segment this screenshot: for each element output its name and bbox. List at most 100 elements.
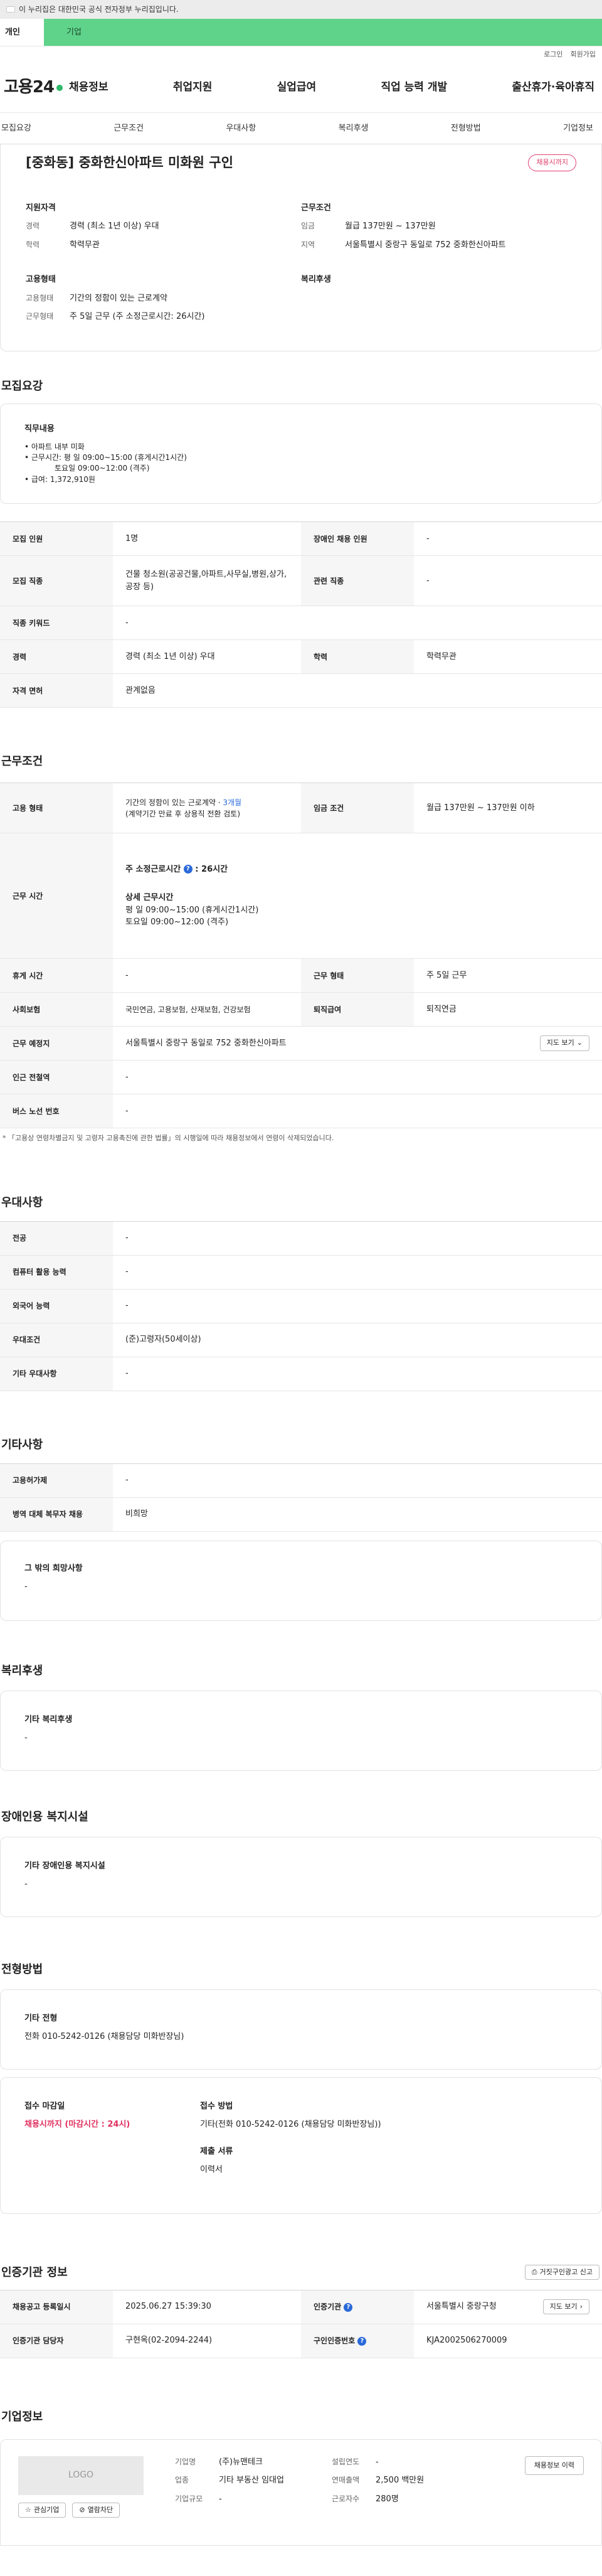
cell-value: 경력 (최소 1년 이상) 우대 bbox=[113, 639, 301, 674]
gnb-item-training[interactable]: 직업 능력 개발 bbox=[381, 80, 447, 96]
wage-label: 임금 bbox=[301, 222, 315, 230]
duty-line: 토요일 09:00~12:00 (격주) bbox=[55, 464, 150, 473]
company-section-title: 기업정보 bbox=[1, 2410, 43, 2424]
cell-label: 휴게 시간 bbox=[0, 958, 113, 993]
emp-term-months: 3개월 bbox=[223, 798, 242, 807]
chevron-right-icon: › bbox=[579, 2302, 583, 2311]
company-name-label: 기업명 bbox=[175, 2457, 196, 2466]
region-label: 지역 bbox=[301, 240, 315, 249]
gnb-item-support[interactable]: 취업지원 bbox=[173, 80, 213, 96]
cell-label: 모집 직종 bbox=[0, 555, 113, 606]
block-icon: ⊘ bbox=[79, 2505, 85, 2514]
cell-value: 월급 137만원 ~ 137만원 이하 bbox=[414, 783, 602, 833]
cell-value: - bbox=[113, 1221, 602, 1256]
detail-hours-title: 상세 근무시간 bbox=[125, 893, 174, 902]
map-view-button[interactable]: 지도 보기 ⌄ bbox=[539, 1035, 589, 1051]
age-note: * 「고용상 연령차별금지 및 고령자 고용촉진에 관한 법률」의 시행일에 따… bbox=[3, 1134, 334, 1142]
gnb-item-jobs[interactable]: 채용정보 bbox=[69, 80, 108, 96]
form-title: 고용형태 bbox=[26, 275, 56, 284]
tab-company[interactable]: 기업 bbox=[44, 19, 602, 46]
cell-value: 국민연금, 고용보험, 산재보험, 건강보험 bbox=[113, 992, 301, 1027]
help-icon[interactable]: ? bbox=[344, 2302, 353, 2312]
cell-label: 인증기관 담당자 bbox=[0, 2324, 113, 2358]
weekly-hours-value: 26시간 bbox=[201, 864, 228, 874]
deadline-value: 채용시까지 (마감시간 : 24시) bbox=[24, 2120, 130, 2129]
cell-label: 자격 면허 bbox=[0, 673, 113, 708]
staff-label: 근로자수 bbox=[332, 2494, 360, 2503]
job-history-button[interactable]: 채용정보 이력 bbox=[524, 2456, 584, 2475]
korea-flag-icon bbox=[6, 6, 15, 13]
work-section-title: 근무조건 bbox=[1, 755, 43, 768]
edu-value: 학력무관 bbox=[70, 240, 100, 250]
snb-conditions[interactable]: 근무조건 bbox=[114, 122, 144, 135]
help-icon[interactable]: ? bbox=[357, 2336, 367, 2346]
section-nav: 모집요강 근무조건 우대사항 복리후생 전형방법 기업정보 bbox=[0, 113, 602, 144]
selection-etc-title: 기타 전형 bbox=[24, 2013, 58, 2023]
selection-etc-box: 기타 전형 전화 010-5242-0126 (채용담당 미화반장님) bbox=[0, 1989, 602, 2070]
disabled-section-title: 장애인용 복지시설 bbox=[1, 1810, 88, 1824]
welfare-box-value: - bbox=[24, 1733, 28, 1743]
report-fake-ad-button[interactable]: ⎙ 거짓구인광고 신고 bbox=[524, 2264, 599, 2280]
gov-banner: 이 누리집은 대한민국 공식 전자정부 누리집입니다. bbox=[0, 0, 602, 19]
cert-label: 구인인증번호 bbox=[314, 2336, 356, 2345]
cell-value: - bbox=[113, 1463, 602, 1498]
snb-prefer[interactable]: 우대사항 bbox=[226, 122, 256, 135]
duty-box: 직무내용 • 아파트 내부 미화 • 근무시간: 평 일 09:00~15:00… bbox=[0, 404, 602, 504]
join-link[interactable]: 회원가입 bbox=[571, 50, 596, 60]
cell-label: 직종 키워드 bbox=[0, 606, 113, 640]
star-icon: ☆ bbox=[25, 2505, 31, 2514]
site-logo[interactable]: 고용24 bbox=[0, 75, 69, 100]
welfare-section-title: 복리후생 bbox=[1, 1664, 43, 1677]
cell-label: 경력 bbox=[0, 639, 113, 674]
cell-value: 구현옥(02-2094-2244) bbox=[113, 2324, 301, 2358]
duty-line: • 근무시간: 평 일 09:00~15:00 (휴게시간1시간) bbox=[24, 452, 187, 462]
agency-value: 서울특별시 중랑구청 bbox=[426, 2302, 497, 2312]
wish-title: 그 밖의 희망사항 bbox=[24, 1563, 83, 1573]
snb-selection[interactable]: 전형방법 bbox=[451, 122, 481, 135]
snb-company[interactable]: 기업정보 bbox=[563, 122, 593, 135]
cell-value: 서울특별시 중랑구청 지도 보기 › bbox=[414, 2290, 602, 2324]
help-icon[interactable]: ? bbox=[183, 865, 193, 874]
sales-value: 2,500 백만원 bbox=[376, 2476, 425, 2485]
cell-label: 기타 우대사항 bbox=[0, 1357, 113, 1391]
career-label: 경력 bbox=[26, 222, 40, 230]
cell-value: 주 소정근로시간 ? : 26시간 상세 근무시간 평 일 09:00~15:0… bbox=[113, 833, 602, 959]
cell-label: 근무 형태 bbox=[301, 958, 414, 993]
cell-value: - bbox=[113, 1255, 602, 1290]
tab-personal[interactable]: 개인 bbox=[0, 19, 44, 46]
tab-company-label: 기업 bbox=[66, 27, 82, 37]
cell-value: KJA2002506270009 bbox=[414, 2324, 602, 2358]
qual-title: 지원자격 bbox=[26, 203, 56, 213]
work-type-value: 주 5일 근무 (주 소정근로시간: 26시간) bbox=[70, 312, 205, 321]
duty-line: • 아파트 내부 미화 bbox=[24, 442, 85, 451]
gnb-item-unemployment[interactable]: 실업급여 bbox=[277, 80, 317, 96]
gnb-item-leave[interactable]: 출산휴가·육아휴직 bbox=[512, 80, 594, 96]
weekly-hours-label: 주 소정근로시간 bbox=[125, 864, 181, 874]
cell-label: 우대조건 bbox=[0, 1323, 113, 1357]
cell-label: 임금 조건 bbox=[301, 783, 414, 833]
other-section-title: 기타사항 bbox=[1, 1438, 43, 1451]
snb-recruit[interactable]: 모집요강 bbox=[1, 122, 31, 135]
cell-label: 학력 bbox=[301, 639, 414, 674]
prefer-section-title: 우대사항 bbox=[1, 1195, 43, 1209]
cell-value: - bbox=[414, 521, 602, 556]
cell-value: 건물 청소원(공공건물,아파트,사무실,병원,상가,공장 등) bbox=[113, 555, 301, 606]
agency-map-button[interactable]: 지도 보기 › bbox=[542, 2299, 589, 2315]
login-link[interactable]: 로그인 bbox=[544, 50, 562, 60]
map-btn-label: 지도 보기 bbox=[549, 2302, 578, 2311]
cell-label: 채용공고 등록일시 bbox=[0, 2290, 113, 2324]
cell-label: 퇴직급여 bbox=[301, 992, 414, 1027]
emp-type-value: 기간의 정함이 있는 근로계약 bbox=[70, 293, 167, 303]
cell-value: 주 5일 근무 bbox=[414, 958, 602, 993]
fav-btn-label: 관심기업 bbox=[33, 2505, 60, 2514]
cell-label: 전공 bbox=[0, 1221, 113, 1256]
work-table: 고용 형태 기간의 정함이 있는 근로계약 · 3개월 (계약기간 만료 후 상용… bbox=[0, 783, 602, 1128]
welfare-box-title: 기타 복리후생 bbox=[24, 1714, 73, 1724]
cell-label: 인근 전철역 bbox=[0, 1060, 113, 1094]
staff-value: 280명 bbox=[376, 2494, 399, 2504]
snb-welfare[interactable]: 복리후생 bbox=[339, 122, 369, 135]
recruit-table: 모집 인원 1명 장애인 채용 인원 - 모집 직종 건물 청소원(공공건물,아파트,사… bbox=[0, 521, 602, 708]
block-view-button[interactable]: ⊘ 열람차단 bbox=[72, 2502, 120, 2518]
docs-value: 이력서 bbox=[200, 2165, 223, 2175]
favorite-company-button[interactable]: ☆ 관심기업 bbox=[18, 2502, 66, 2518]
